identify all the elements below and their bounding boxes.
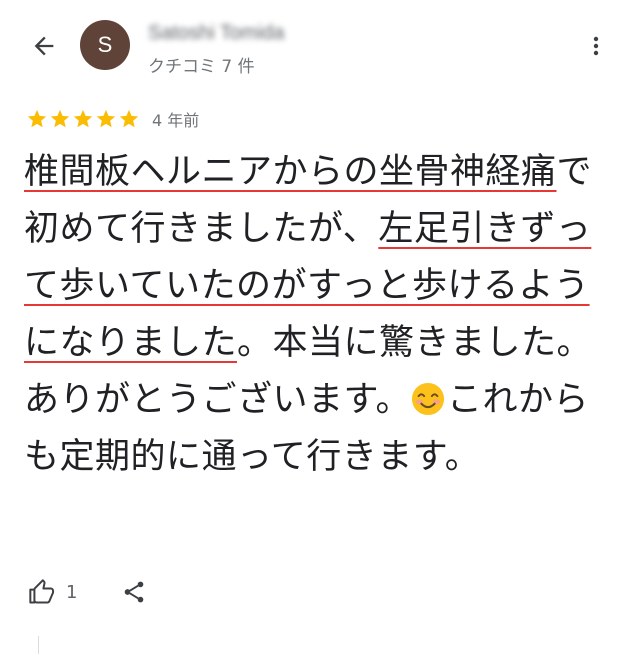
review-detail-screen: S Satoshi Tomida クチコミ 7 件 4 年前 椎間板ヘルニアから… [0,0,640,654]
divider [38,636,39,654]
thumbs-up-icon [29,579,55,604]
back-button[interactable] [26,28,62,64]
star-icon [73,109,93,128]
share-button[interactable] [121,579,147,605]
like-button[interactable]: 1 [28,578,77,606]
review-actions: 1 [28,574,147,610]
avatar[interactable]: S [80,20,130,70]
review-date: 4 年前 [152,111,200,130]
star-icon [27,109,47,128]
review-text-highlighted: 椎間板ヘルニアからの坐骨神経痛 [24,152,557,192]
like-count: 1 [66,581,78,603]
more-options-button[interactable] [580,28,612,64]
author-review-count: クチコミ 7 件 [148,57,255,77]
star-rating [26,108,140,130]
author-name[interactable]: Satoshi Tomida [148,22,284,45]
more-vert-icon [593,36,599,56]
star-icon [50,109,70,128]
smiling-face-emoji [411,382,445,416]
avatar-letter: S [97,32,113,57]
arrow-left-icon [34,36,54,56]
review-text: 椎間板ヘルニアからの坐骨神経痛で初めて行きましたが、左足引きずって歩いていたのが… [24,144,620,486]
star-icon [96,109,116,128]
share-icon [125,581,144,603]
rating-row: 4 年前 [26,106,199,132]
star-icon [119,109,139,128]
